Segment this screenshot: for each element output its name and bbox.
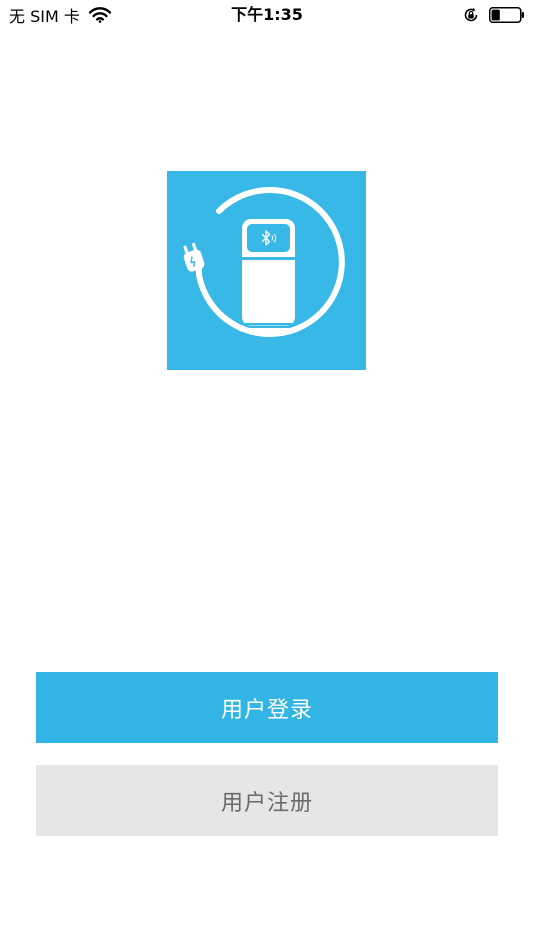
plug-icon	[183, 242, 205, 272]
status-bar: 无 SIM 卡 下午1:35	[0, 0, 534, 30]
orientation-lock-icon	[463, 7, 479, 23]
status-bar-right	[463, 5, 525, 25]
charging-station-bluetooth-logo	[183, 187, 345, 337]
register-button[interactable]: 用户注册	[36, 765, 498, 836]
battery-icon	[489, 7, 525, 23]
login-button[interactable]: 用户登录	[36, 672, 498, 743]
app-logo	[167, 171, 366, 370]
register-button-label: 用户注册	[220, 790, 313, 816]
status-time: 下午1:35	[231, 5, 303, 24]
login-button-label: 用户登录	[220, 697, 313, 723]
